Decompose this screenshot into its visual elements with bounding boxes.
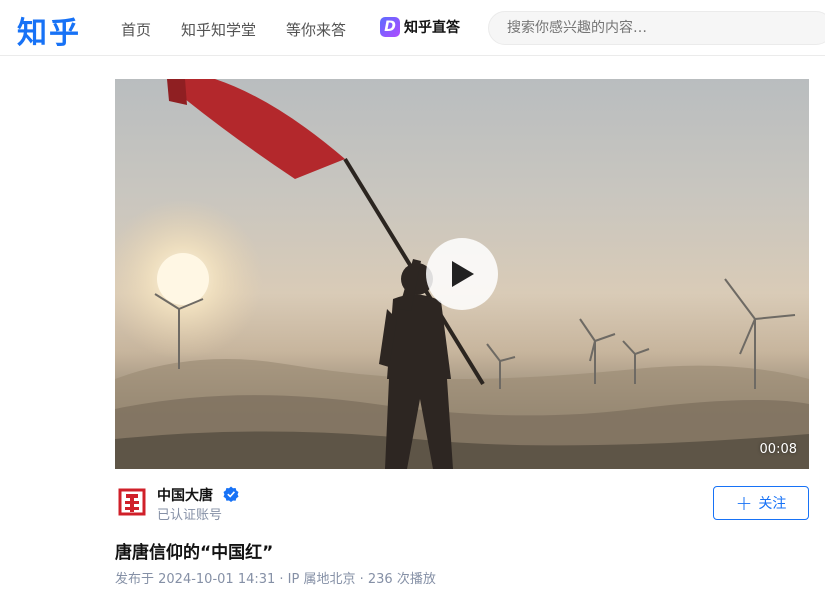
zhida-label: 知乎直答	[404, 20, 460, 36]
search-input[interactable]	[505, 19, 809, 37]
nav-zhida[interactable]: D 知乎直答	[380, 17, 460, 37]
follow-label: 关注	[758, 496, 787, 512]
top-navbar: 知乎 首页 知乎知学堂 等你来答 D 知乎直答	[0, 0, 825, 56]
zhihu-logo[interactable]: 知乎	[17, 8, 81, 52]
nav-zhixuetang[interactable]: 知乎知学堂	[181, 19, 256, 40]
play-button[interactable]	[426, 238, 498, 310]
post-meta: 发布于 2024-10-01 14:31 · IP 属地北京 · 236 次播放	[115, 572, 436, 587]
video-player[interactable]: 00:08	[115, 79, 809, 469]
search-box[interactable]	[488, 11, 825, 45]
author-verified-label: 已认证账号	[157, 508, 223, 523]
video-duration: 00:08	[759, 442, 797, 457]
plus-icon: +	[735, 491, 753, 515]
nav-waiting-answers[interactable]: 等你来答	[286, 19, 346, 40]
post-title[interactable]: 唐唐信仰的“中国红”	[115, 538, 273, 563]
datang-logo-icon	[118, 488, 146, 516]
author-name[interactable]: 中国大唐	[157, 485, 213, 505]
nav-home[interactable]: 首页	[121, 19, 151, 40]
author-avatar[interactable]	[115, 485, 149, 519]
play-icon	[452, 261, 474, 287]
zhida-icon: D	[380, 17, 400, 37]
verified-badge-icon	[223, 486, 239, 502]
follow-button[interactable]: + 关注	[713, 486, 809, 520]
